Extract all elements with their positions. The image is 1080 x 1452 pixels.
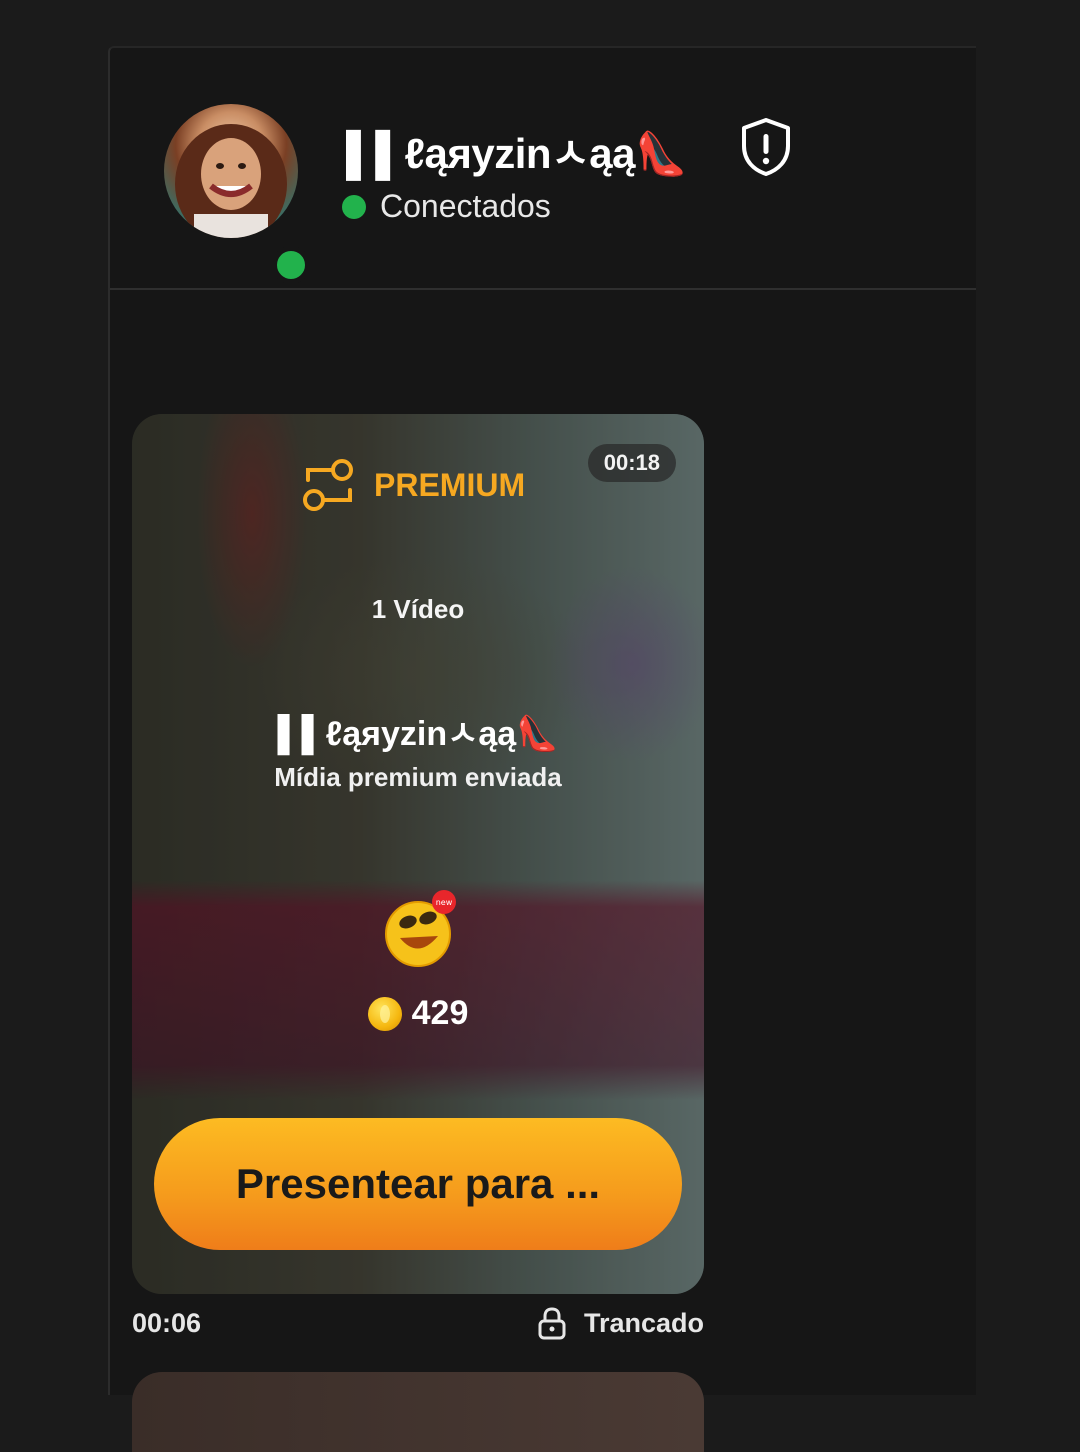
chat-panel: ▌▌ℓąяyzinㅅąą👠 Conectados 00:18 PREMIUM 1… [108, 46, 976, 1452]
lock-text: Trancado [583, 1307, 704, 1338]
contact-name: ▌▌ℓąяyzinㅅąą👠 [346, 130, 687, 177]
gift-button[interactable]: Presentear para ... [154, 1118, 682, 1250]
next-media-card[interactable] [132, 1372, 704, 1452]
lock-icon [538, 1307, 566, 1340]
contact-avatar[interactable] [164, 104, 310, 284]
lock-status: Trancado [536, 1306, 704, 1340]
coin-icon [367, 996, 402, 1031]
avatar[interactable] [164, 104, 298, 238]
chat-header: ▌▌ℓąяyzinㅅąą👠 Conectados [110, 48, 976, 290]
status-row: Conectados [342, 188, 551, 225]
sender-name: ▌▌ℓąяyzinㅅąą👠 [277, 715, 559, 753]
new-badge-text: new [436, 898, 453, 907]
premium-media-card[interactable]: 00:18 PREMIUM 1 Vídeo ▌▌ℓąяyzinㅅąą👠 Mídi… [132, 414, 704, 1294]
price-value: 429 [411, 994, 469, 1032]
duration-badge: 00:18 [587, 444, 676, 482]
price-row: 429 [132, 994, 704, 1033]
video-count: 1 Vídeo [371, 594, 465, 624]
premium-label: PREMIUM [374, 466, 526, 503]
online-indicator [272, 246, 310, 284]
shield-icon[interactable] [738, 116, 794, 178]
media-subtitle: Mídia premium enviada [274, 762, 562, 792]
laughing-emoji-icon: new [385, 890, 456, 967]
status-text: Conectados [380, 188, 551, 224]
premium-header: PREMIUM [300, 456, 525, 514]
status-dot [342, 194, 366, 219]
key-icon [303, 459, 353, 511]
message-time: 00:06 [132, 1308, 202, 1338]
